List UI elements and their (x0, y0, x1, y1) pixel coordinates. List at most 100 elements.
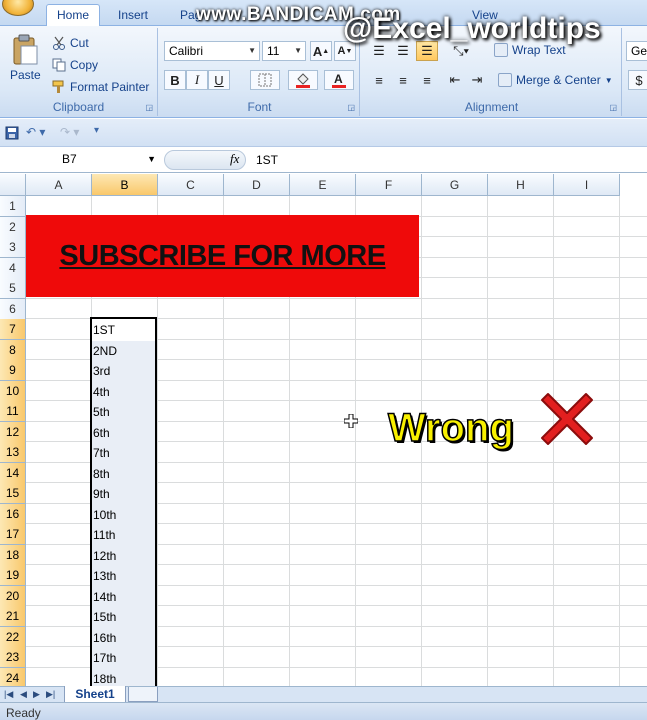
x-mark-icon (541, 393, 593, 445)
fill-color-button[interactable] (288, 70, 318, 90)
column-header-c[interactable]: C (158, 174, 224, 196)
grow-font-button[interactable]: A ▲ (310, 41, 332, 61)
row-header-23[interactable]: 23 (0, 647, 26, 668)
row-header-20[interactable]: 20 (0, 585, 26, 607)
column-header-a[interactable]: A (26, 174, 92, 196)
tab-home[interactable]: Home (46, 4, 101, 27)
format-painter-label: Format Painter (70, 80, 150, 94)
insert-function-icon[interactable]: fx (230, 151, 239, 167)
column-header-e[interactable]: E (290, 174, 356, 196)
tab-insert[interactable]: Insert (108, 5, 158, 26)
formula-content[interactable]: 1ST (256, 153, 278, 167)
font-size-combo[interactable]: 11 ▼ (262, 41, 306, 61)
last-sheet-icon[interactable]: ▶| (46, 689, 55, 700)
first-sheet-icon[interactable]: |◀ (4, 689, 13, 700)
worksheet-grid[interactable]: ABCDEFGHI 1 2 3 4 5 6 7 8 9 10 11 12 13 14 15 16 17 18 19 2… (0, 174, 647, 686)
insert-sheet-icon[interactable] (128, 687, 158, 702)
align-right-button[interactable]: ≡ (416, 70, 438, 90)
row-header-12[interactable]: 12 (0, 421, 26, 443)
column-header-g[interactable]: G (422, 174, 488, 196)
prev-sheet-icon[interactable]: ◀ (20, 689, 27, 700)
cut-button[interactable]: Cut (52, 36, 89, 50)
save-icon[interactable] (5, 126, 19, 140)
row-header-4[interactable]: 4 (0, 257, 26, 279)
row-header-1[interactable]: 1 (0, 196, 26, 217)
font-name-combo[interactable]: Calibri ▼ (164, 41, 260, 61)
chevron-down-icon: ▼ (294, 46, 302, 55)
column-header-h[interactable]: H (488, 174, 554, 196)
quick-access-toolbar: ↶ ▾ ↷ ▾ ▾ (0, 119, 647, 147)
row-header-11[interactable]: 11 (0, 401, 26, 422)
font-group-label: Font (247, 100, 272, 114)
merge-icon (498, 73, 512, 87)
row-header-24[interactable]: 24 (0, 667, 26, 686)
row-header-22[interactable]: 22 (0, 626, 26, 648)
chevron-down-icon: ▼ (604, 75, 613, 85)
paste-button[interactable]: Paste (10, 34, 41, 82)
paste-icon (13, 34, 38, 65)
font-group: Calibri ▼ 11 ▼ A ▲ A ▼ B I U A Font ◲ (160, 28, 360, 116)
row-header-17[interactable]: 17 (0, 524, 26, 545)
row-header-6[interactable]: 6 (0, 298, 26, 320)
currency-button[interactable]: $ (628, 70, 647, 90)
italic-button[interactable]: I (186, 70, 208, 90)
decrease-indent-button[interactable]: ⇤ (444, 70, 466, 90)
row-header-2[interactable]: 2 (0, 216, 26, 238)
chevron-down-icon: ▼ (248, 46, 256, 55)
next-sheet-icon[interactable]: ▶ (33, 689, 40, 700)
row-header-16[interactable]: 16 (0, 503, 26, 525)
borders-icon (258, 73, 272, 87)
column-header-f[interactable]: F (356, 174, 422, 196)
row-header-10[interactable]: 10 (0, 380, 26, 402)
paint-bucket-icon (296, 73, 310, 88)
format-painter-icon (52, 80, 64, 93)
row-header-8[interactable]: 8 (0, 339, 26, 361)
row-header-7[interactable]: 7 (0, 319, 26, 340)
office-button[interactable] (2, 0, 34, 16)
paste-label: Paste (10, 68, 41, 82)
status-text: Ready (6, 706, 41, 720)
row-header-19[interactable]: 19 (0, 565, 26, 586)
number-format-combo[interactable]: Ger (626, 41, 647, 61)
copy-button[interactable]: Copy (52, 58, 98, 72)
clipboard-launcher-icon[interactable]: ◲ (145, 103, 153, 112)
row-header-14[interactable]: 14 (0, 462, 26, 484)
subscribe-banner: SUBSCRIBE FOR MORE (26, 215, 419, 297)
copy-icon (52, 58, 66, 72)
column-header-b[interactable]: B (92, 174, 158, 196)
merge-center-button[interactable]: Merge & Center ▼ (498, 73, 613, 87)
copy-label: Copy (70, 58, 99, 72)
align-left-button[interactable]: ≡ (368, 70, 390, 90)
select-all-corner[interactable] (0, 174, 26, 196)
row-header-3[interactable]: 3 (0, 237, 26, 258)
row-header-21[interactable]: 21 (0, 606, 26, 627)
chevron-down-icon: ▼ (147, 154, 156, 164)
row-header-5[interactable]: 5 (0, 278, 26, 299)
column-header-i[interactable]: I (554, 174, 620, 196)
number-group: Ger $ (624, 28, 647, 116)
row-header-15[interactable]: 15 (0, 483, 26, 504)
selection-outline (90, 317, 157, 686)
font-launcher-icon[interactable]: ◲ (347, 103, 355, 112)
redo-icon[interactable]: ↷ ▾ (60, 125, 79, 139)
font-color-icon: A (332, 72, 346, 88)
sheet-tab-sheet1[interactable]: Sheet1 (64, 686, 126, 703)
row-header-9[interactable]: 9 (0, 360, 26, 381)
name-box[interactable]: B7 ▼ (0, 149, 160, 171)
font-size-value: 11 (267, 44, 280, 58)
scissors-icon (53, 36, 65, 50)
row-header-18[interactable]: 18 (0, 544, 26, 566)
column-header-d[interactable]: D (224, 174, 290, 196)
customize-qat-icon[interactable]: ▾ (94, 125, 99, 136)
row-header-13[interactable]: 13 (0, 442, 26, 463)
format-painter-button[interactable]: Format Painter (52, 80, 149, 94)
borders-button[interactable] (250, 70, 280, 90)
bold-button[interactable]: B (164, 70, 186, 90)
alignment-launcher-icon[interactable]: ◲ (609, 103, 617, 112)
font-color-button[interactable]: A (324, 70, 354, 90)
undo-icon[interactable]: ↶ ▾ (26, 125, 45, 139)
status-bar: Ready (0, 702, 647, 720)
increase-indent-button[interactable]: ⇥ (466, 70, 488, 90)
align-center-button[interactable]: ≡ (392, 70, 414, 90)
underline-button[interactable]: U (208, 70, 230, 90)
